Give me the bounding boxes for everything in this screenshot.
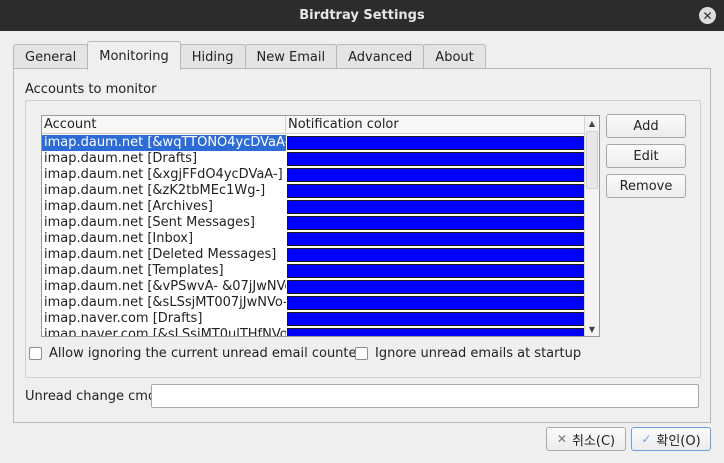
table-row[interactable]: imap.daum.net [&sLSsjMT007jJwNVo-] (42, 295, 586, 311)
account-cell: imap.daum.net [Inbox] (44, 231, 194, 246)
scroll-down-arrow-icon[interactable]: ▼ (585, 322, 599, 336)
color-swatch (287, 152, 586, 166)
tab-general[interactable]: General (13, 44, 89, 69)
ignore-startup-checkbox[interactable] (355, 347, 368, 360)
notification-color-cell[interactable] (286, 231, 586, 247)
ok-button-label: 확인(O) (656, 433, 701, 449)
color-swatch (287, 312, 586, 326)
column-header-account[interactable]: Account (42, 116, 286, 134)
color-swatch (287, 328, 586, 336)
unread-cmd-input[interactable] (151, 384, 699, 408)
account-cell: imap.daum.net [Sent Messages] (44, 215, 255, 230)
table-row[interactable]: imap.daum.net [&xgjFFdO4ycDVaA-] (42, 167, 586, 183)
notification-color-cell[interactable] (286, 311, 586, 327)
account-cell: imap.daum.net [&wqTTONO4ycDVaA-] (42, 135, 286, 151)
notification-color-cell[interactable] (286, 151, 586, 167)
color-swatch (287, 168, 586, 182)
notification-color-cell[interactable] (286, 215, 586, 231)
remove-button[interactable]: Remove (606, 174, 686, 198)
edit-button[interactable]: Edit (606, 144, 686, 168)
vertical-scrollbar[interactable]: ▲ ▼ (584, 116, 599, 336)
notification-color-cell[interactable] (286, 327, 586, 336)
accounts-group-title: Accounts to monitor (25, 82, 157, 97)
account-cell: imap.naver.com [&sLSsjMT0ulTHfNVo-] (44, 327, 286, 337)
notification-color-cell[interactable] (286, 167, 586, 183)
account-cell: imap.daum.net [Deleted Messages] (44, 247, 277, 262)
account-cell: imap.daum.net [&sLSsjMT007jJwNVo-] (44, 295, 286, 310)
tab-about[interactable]: About (423, 44, 486, 69)
table-row[interactable]: imap.daum.net [&vPSwvA- &07jJwNVo-] (42, 279, 586, 295)
color-swatch (287, 232, 586, 246)
allow-ignoring-checkbox[interactable] (29, 347, 42, 360)
notification-color-cell[interactable] (286, 295, 586, 311)
accounts-table[interactable]: Account Notification color imap.daum.net… (41, 115, 600, 337)
account-cell: imap.daum.net [Archives] (44, 199, 213, 214)
column-header-notification-color[interactable]: Notification color (286, 116, 584, 134)
table-header: Account Notification color (42, 116, 584, 134)
cancel-icon: ✕ (556, 432, 567, 446)
table-row[interactable]: imap.daum.net [Sent Messages] (42, 215, 586, 231)
cancel-button-label: 취소(C) (571, 433, 616, 449)
table-row[interactable]: imap.daum.net [Deleted Messages] (42, 247, 586, 263)
settings-window: Birdtray Settings ✕ General Monitoring H… (0, 0, 724, 463)
tab-hiding[interactable]: Hiding (179, 44, 246, 69)
tab-advanced[interactable]: Advanced (336, 44, 425, 69)
table-row[interactable]: imap.daum.net [&zK2tbMEc1Wg-] (42, 183, 586, 199)
account-cell: imap.daum.net [&vPSwvA- &07jJwNVo-] (44, 279, 286, 294)
color-swatch (287, 184, 586, 198)
table-rows: imap.daum.net [&wqTTONO4ycDVaA-] imap.dau… (42, 135, 586, 337)
color-swatch (287, 296, 586, 310)
color-swatch (287, 248, 586, 262)
table-row[interactable]: imap.naver.com [&sLSsjMT0ulTHfNVo-] (42, 327, 586, 337)
scroll-up-arrow-icon[interactable]: ▲ (585, 116, 599, 130)
notification-color-cell[interactable] (286, 199, 586, 215)
notification-color-cell[interactable] (286, 135, 586, 151)
unread-cmd-label: Unread change cmd: (25, 389, 161, 404)
allow-ignoring-label: Allow ignoring the current unread email … (49, 346, 362, 361)
color-swatch (287, 200, 586, 214)
account-cell: imap.daum.net [&xgjFFdO4ycDVaA-] (44, 167, 283, 182)
allow-ignoring-option[interactable]: Allow ignoring the current unread email … (29, 346, 362, 361)
account-cell: imap.daum.net [&zK2tbMEc1Wg-] (44, 183, 266, 198)
notification-color-cell[interactable] (286, 247, 586, 263)
check-icon: ✓ (641, 432, 652, 446)
add-button[interactable]: Add (606, 114, 686, 138)
color-swatch (287, 280, 586, 294)
ignore-startup-label: Ignore unread emails at startup (375, 346, 582, 361)
account-cell: imap.daum.net [Drafts] (44, 151, 198, 166)
title-bar: Birdtray Settings ✕ (0, 0, 724, 31)
tab-new-email[interactable]: New Email (244, 44, 338, 69)
accounts-group: Account Notification color imap.daum.net… (25, 100, 701, 378)
color-swatch (287, 264, 586, 278)
ignore-startup-option[interactable]: Ignore unread emails at startup (355, 346, 581, 361)
table-row[interactable]: imap.daum.net [Archives] (42, 199, 586, 215)
tab-bar: General Monitoring Hiding New Email Adva… (13, 41, 486, 70)
cancel-button[interactable]: ✕ 취소(C) (546, 427, 626, 451)
window-title: Birdtray Settings (299, 8, 425, 23)
table-row[interactable]: imap.daum.net [Drafts] (42, 151, 586, 167)
table-row[interactable]: imap.daum.net [&wqTTONO4ycDVaA-] (42, 135, 586, 151)
table-row[interactable]: imap.daum.net [Templates] (42, 263, 586, 279)
scroll-thumb[interactable] (586, 131, 598, 189)
color-swatch (287, 216, 586, 230)
monitoring-panel: Accounts to monitor Account Notification… (13, 68, 711, 423)
notification-color-cell[interactable] (286, 183, 586, 199)
ok-button[interactable]: ✓ 확인(O) (631, 427, 711, 451)
account-cell: imap.naver.com [Drafts] (44, 311, 203, 326)
notification-color-cell[interactable] (286, 279, 586, 295)
color-swatch (287, 136, 586, 150)
notification-color-cell[interactable] (286, 263, 586, 279)
close-icon[interactable]: ✕ (699, 7, 716, 24)
tab-monitoring[interactable]: Monitoring (87, 41, 181, 70)
table-row[interactable]: imap.daum.net [Inbox] (42, 231, 586, 247)
account-cell: imap.daum.net [Templates] (44, 263, 224, 278)
table-row[interactable]: imap.naver.com [Drafts] (42, 311, 586, 327)
